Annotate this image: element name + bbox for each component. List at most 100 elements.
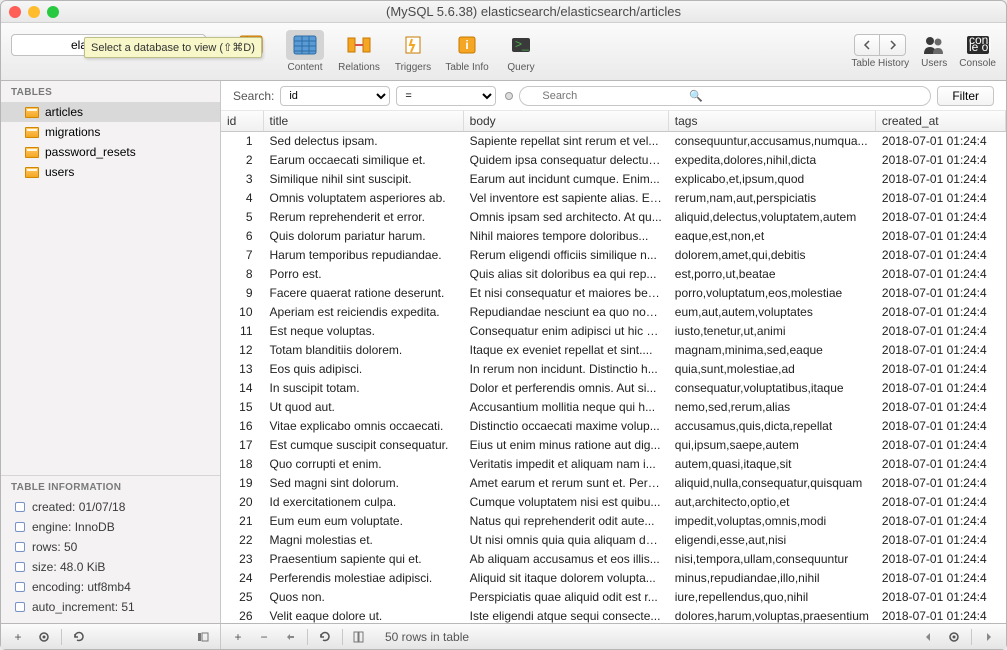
cell-title[interactable]: Velit eaque dolore ut. [263,607,463,623]
cell-title[interactable]: Rerum reprehenderit et error. [263,208,463,227]
cell-created[interactable]: 2018-07-01 01:24:4 [875,474,1005,493]
cell-title[interactable]: Aperiam est reiciendis expedita. [263,303,463,322]
cell-body[interactable]: Rerum eligendi officiis similique n... [463,246,668,265]
table-row[interactable]: 7Harum temporibus repudiandae.Rerum elig… [221,246,1006,265]
tab-query[interactable]: >_ Query [494,30,548,73]
cell-tags[interactable]: minus,repudiandae,illo,nihil [668,569,875,588]
cell-body[interactable]: Quis alias sit doloribus ea qui rep... [463,265,668,284]
cell-body[interactable]: Earum aut incidunt cumque. Enim... [463,170,668,189]
cell-id[interactable]: 26 [221,607,263,623]
cell-created[interactable]: 2018-07-01 01:24:4 [875,512,1005,531]
cell-body[interactable]: Accusantium mollitia neque qui h... [463,398,668,417]
table-row[interactable]: 6Quis dolorum pariatur harum.Nihil maior… [221,227,1006,246]
close-window-icon[interactable] [9,6,21,18]
cell-created[interactable]: 2018-07-01 01:24:4 [875,151,1005,170]
column-header-created_at[interactable]: created_at [875,111,1005,132]
history-back-icon[interactable] [854,34,880,56]
cell-created[interactable]: 2018-07-01 01:24:4 [875,455,1005,474]
database-dropdown[interactable]: elasticsearch [11,34,206,56]
cell-id[interactable]: 16 [221,417,263,436]
tab-structure[interactable]: Structure [224,30,278,73]
cell-title[interactable]: In suscipit totam. [263,379,463,398]
remove-row-button[interactable]: − [253,628,275,646]
page-settings-button[interactable] [943,628,965,646]
cell-body[interactable]: Perspiciatis quae aliquid odit est r... [463,588,668,607]
cell-created[interactable]: 2018-07-01 01:24:4 [875,322,1005,341]
cell-created[interactable]: 2018-07-01 01:24:4 [875,550,1005,569]
cell-title[interactable]: Eum eum eum voluptate. [263,512,463,531]
cell-tags[interactable]: consequatur,voluptatibus,itaque [668,379,875,398]
cell-id[interactable]: 18 [221,455,263,474]
table-row[interactable]: 26Velit eaque dolore ut.Iste eligendi at… [221,607,1006,623]
cell-body[interactable]: Et nisi consequatur et maiores bea... [463,284,668,303]
cell-id[interactable]: 10 [221,303,263,322]
cell-id[interactable]: 17 [221,436,263,455]
cell-id[interactable]: 12 [221,341,263,360]
table-row[interactable]: 23Praesentium sapiente qui et.Ab aliquam… [221,550,1006,569]
cell-id[interactable]: 8 [221,265,263,284]
cell-id[interactable]: 2 [221,151,263,170]
cell-id[interactable]: 15 [221,398,263,417]
users-button[interactable]: Users [921,34,947,69]
cell-created[interactable]: 2018-07-01 01:24:4 [875,132,1005,152]
search-field-dropdown[interactable]: id [280,86,390,106]
cell-body[interactable]: Quidem ipsa consequatur delectus... [463,151,668,170]
table-history-button[interactable]: Table History [851,34,909,69]
table-row[interactable]: 20Id exercitationem culpa.Cumque volupta… [221,493,1006,512]
table-row[interactable]: 18Quo corrupti et enim.Veritatis impedit… [221,455,1006,474]
table-row[interactable]: 19Sed magni sint dolorum.Amet earum et r… [221,474,1006,493]
add-row-button[interactable]: + [227,628,249,646]
cell-body[interactable]: Consequatur enim adipisci ut hic c... [463,322,668,341]
table-row[interactable]: 14In suscipit totam.Dolor et perferendis… [221,379,1006,398]
cell-tags[interactable]: explicabo,et,ipsum,quod [668,170,875,189]
cell-body[interactable]: Aliquid sit itaque dolorem volupta... [463,569,668,588]
cell-tags[interactable]: aliquid,delectus,voluptatem,autem [668,208,875,227]
cell-body[interactable]: Omnis ipsam sed architecto. At qu... [463,208,668,227]
tab-relations[interactable]: Relations [332,30,386,73]
filter-button[interactable]: Filter [937,86,994,106]
table-row[interactable]: 25Quos non.Perspiciatis quae aliquid odi… [221,588,1006,607]
cell-tags[interactable]: dolorem,amet,qui,debitis [668,246,875,265]
cell-created[interactable]: 2018-07-01 01:24:4 [875,398,1005,417]
cell-title[interactable]: Quo corrupti et enim. [263,455,463,474]
cell-id[interactable]: 23 [221,550,263,569]
cell-id[interactable]: 7 [221,246,263,265]
cell-id[interactable]: 14 [221,379,263,398]
table-row[interactable]: 16Vitae explicabo omnis occaecati.Distin… [221,417,1006,436]
table-row[interactable]: 2Earum occaecati similique et.Quidem ips… [221,151,1006,170]
cell-tags[interactable]: eum,aut,autem,voluptates [668,303,875,322]
cell-title[interactable]: Facere quaerat ratione deserunt. [263,284,463,303]
cell-title[interactable]: Quos non. [263,588,463,607]
refresh-rows-button[interactable] [314,628,336,646]
cell-tags[interactable]: aliquid,nulla,consequatur,quisquam [668,474,875,493]
cell-title[interactable]: Sed delectus ipsam. [263,132,463,152]
tab-triggers[interactable]: Triggers [386,30,440,73]
column-header-title[interactable]: title [263,111,463,132]
cell-body[interactable]: Cumque voluptatem nisi est quibu... [463,493,668,512]
search-input[interactable] [519,86,931,106]
sidebar-table-users[interactable]: users [1,162,220,182]
cell-tags[interactable]: eligendi,esse,aut,nisi [668,531,875,550]
table-row[interactable]: 4Omnis voluptatem asperiores ab.Vel inve… [221,189,1006,208]
table-row[interactable]: 21Eum eum eum voluptate.Natus qui repreh… [221,512,1006,531]
column-header-id[interactable]: id [221,111,263,132]
cell-tags[interactable]: iusto,tenetur,ut,animi [668,322,875,341]
cell-id[interactable]: 25 [221,588,263,607]
cell-tags[interactable]: porro,voluptatum,eos,molestiae [668,284,875,303]
cell-tags[interactable]: dolores,harum,voluptas,praesentium [668,607,875,623]
table-row[interactable]: 12Totam blanditiis dolorem.Itaque ex eve… [221,341,1006,360]
table-row[interactable]: 24Perferendis molestiae adipisci.Aliquid… [221,569,1006,588]
cell-id[interactable]: 11 [221,322,263,341]
add-table-button[interactable]: + [7,628,29,646]
cell-tags[interactable]: rerum,nam,aut,perspiciatis [668,189,875,208]
cell-tags[interactable]: magnam,minima,sed,eaque [668,341,875,360]
column-header-tags[interactable]: tags [668,111,875,132]
cell-body[interactable]: Ab aliquam accusamus et eos illis... [463,550,668,569]
prev-page-button[interactable] [917,628,939,646]
table-row[interactable]: 9Facere quaerat ratione deserunt.Et nisi… [221,284,1006,303]
table-row[interactable]: 3Similique nihil sint suscipit.Earum aut… [221,170,1006,189]
cell-id[interactable]: 4 [221,189,263,208]
table-row[interactable]: 17Est cumque suscipit consequatur.Eius u… [221,436,1006,455]
data-grid[interactable]: idtitlebodytagscreated_at 1Sed delectus … [221,111,1006,623]
cell-created[interactable]: 2018-07-01 01:24:4 [875,341,1005,360]
